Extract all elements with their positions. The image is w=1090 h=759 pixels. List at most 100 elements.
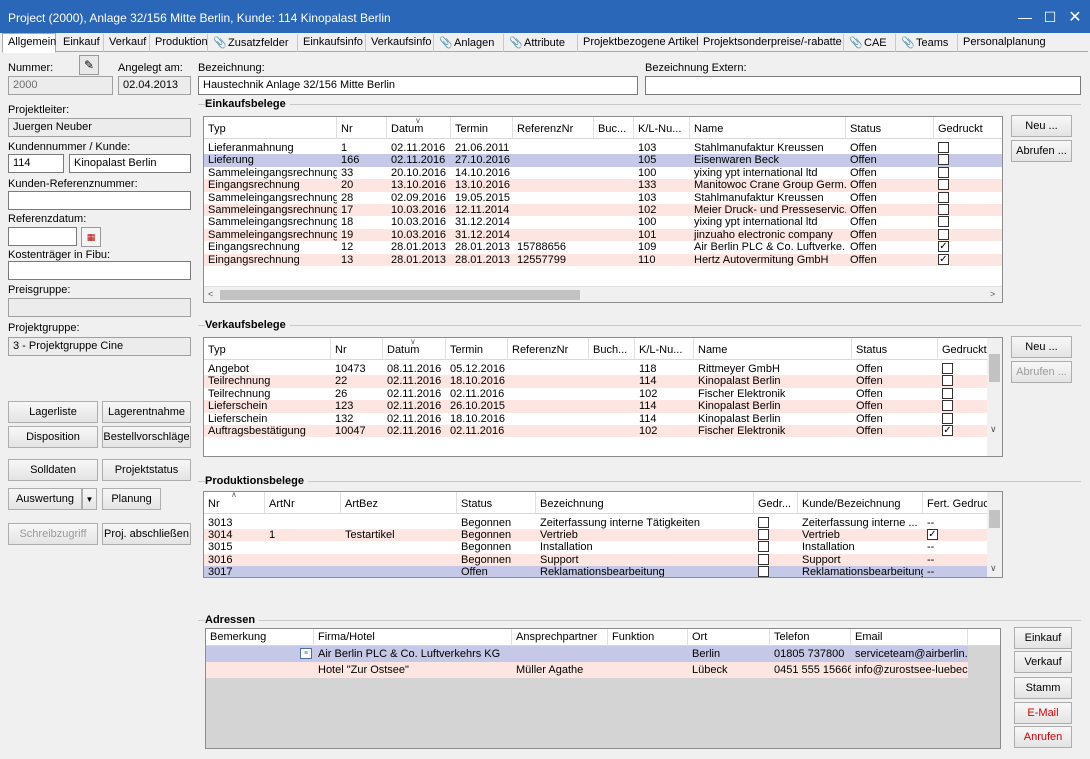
table-row[interactable]: Air Berlin PLC & Co. Luftverkehrs KG Berl… <box>206 646 968 662</box>
column-header[interactable]: Termin <box>451 117 513 139</box>
gedruckt-checkbox[interactable] <box>758 553 769 565</box>
verkauf-neu-button[interactable]: Neu ... <box>1011 336 1072 358</box>
table-row[interactable]: Hotel "Zur Ostsee" Müller Agathe Lübeck 045… <box>206 662 968 678</box>
disposition-button[interactable]: Disposition <box>8 426 98 448</box>
table-row[interactable]: Lieferschein 132 02.11.2016 18.10.2016 114 Ki… <box>204 412 987 425</box>
gedruckt-checkbox[interactable] <box>942 387 953 399</box>
tab-verkauf[interactable]: Verkauf <box>104 34 150 52</box>
tab-zusatzfelder[interactable]: 📎Zusatzfelder <box>208 34 298 52</box>
solldaten-button[interactable]: Solldaten <box>8 459 98 481</box>
column-header[interactable]: K/L-Nu... <box>634 117 690 139</box>
verkauf-abrufen-button[interactable]: Abrufen ... <box>1011 361 1072 383</box>
scrollbar-thumb[interactable] <box>989 510 1000 528</box>
gedruckt-checkbox[interactable] <box>942 363 953 374</box>
table-row[interactable]: Lieferanmahnung 1 02.11.2016 21.06.2011 103 S… <box>204 142 1002 154</box>
abschliessen-button[interactable]: Proj. abschließen <box>102 523 191 545</box>
column-header[interactable]: Status <box>852 338 938 360</box>
tab-teams[interactable]: 📎Teams <box>896 34 958 52</box>
table-row[interactable]: 3013 Begonnen Zeiterfassung interne Tätigk… <box>204 517 987 529</box>
column-header[interactable]: Ort <box>688 629 770 646</box>
table-row[interactable]: 3015 Begonnen Installation Installation -- <box>204 541 987 553</box>
gedruckt-checkbox[interactable] <box>758 529 769 541</box>
gedruckt-checkbox[interactable] <box>942 375 953 387</box>
tab-projektbezogene-artikel[interactable]: Projektbezogene Artikel <box>578 34 699 52</box>
gedruckt-checkbox-checked[interactable]: ✓ <box>938 241 949 253</box>
kundenref-field[interactable] <box>8 191 191 210</box>
vertical-scrollbar[interactable]: ∨ <box>987 492 1002 577</box>
gedruckt-checkbox[interactable] <box>938 142 949 153</box>
tab-verkaufsinfo[interactable]: Verkaufsinfo <box>366 34 434 52</box>
bezeichnung-field[interactable]: Haustechnik Anlage 32/156 Mitte Berlin <box>198 76 638 95</box>
column-header[interactable]: Nr <box>331 338 383 360</box>
gedruckt-checkbox[interactable] <box>938 154 949 166</box>
column-header[interactable]: Gedruckt <box>938 338 988 360</box>
column-header[interactable]: Termin <box>446 338 508 360</box>
scrollbar-thumb[interactable] <box>989 354 1000 382</box>
table-row[interactable]: Auftragsbestätigung 10047 02.11.2016 02.11.… <box>204 425 987 438</box>
table-row[interactable]: Eingangsrechnung 13 28.01.2013 28.01.2013 12… <box>204 253 1002 266</box>
table-row[interactable]: 3017 Offen Reklamationsbearbeitung Reklamat… <box>204 565 987 577</box>
gedruckt-checkbox[interactable] <box>758 541 769 553</box>
column-header[interactable]: Status <box>846 117 934 139</box>
column-header[interactable]: Typ <box>204 338 331 360</box>
gedruckt-checkbox-checked[interactable]: ✓ <box>938 253 949 265</box>
scroll-left-icon[interactable]: < <box>208 289 213 299</box>
table-row[interactable]: Teilrechnung 26 02.11.2016 02.11.2016 102 Fis… <box>204 387 987 400</box>
table-row[interactable]: Sammeleingangsrechnung 28 02.09.2016 19.05.… <box>204 191 1002 204</box>
column-header[interactable]: Status <box>457 492 536 514</box>
table-row[interactable]: Sammeleingangsrechnung 17 10.03.2016 12.11.… <box>204 204 1002 217</box>
minimize-icon[interactable]: — <box>1014 6 1036 28</box>
scroll-right-icon[interactable]: > <box>990 289 995 299</box>
tab-einkauf[interactable]: Einkauf <box>58 34 104 52</box>
column-header[interactable]: ArtNr <box>265 492 341 514</box>
scroll-down-icon[interactable]: ∨ <box>990 424 997 435</box>
tab-cae[interactable]: 📎CAE <box>844 34 896 52</box>
email-button[interactable]: E-Mail <box>1014 702 1072 724</box>
gedruckt-checkbox[interactable] <box>938 179 949 191</box>
tab-personalplanung[interactable]: Personalplanung <box>958 34 1046 52</box>
column-header[interactable]: Telefon <box>770 629 851 646</box>
gedruckt-checkbox[interactable] <box>938 166 949 178</box>
note-icon[interactable]: ≡ <box>300 648 312 659</box>
horizontal-scrollbar[interactable]: < > <box>204 286 1002 302</box>
tab-attribute[interactable]: 📎Attribute <box>504 34 578 52</box>
table-row[interactable]: Eingangsrechnung 20 13.10.2016 13.10.2016 13… <box>204 179 1002 192</box>
scroll-down-icon[interactable]: ∨ <box>990 563 997 574</box>
column-header[interactable]: Email <box>851 629 968 646</box>
column-header[interactable]: Nr <box>337 117 387 139</box>
schreibzugriff-button[interactable]: Schreibzugriff <box>8 523 98 545</box>
projektstatus-button[interactable]: Projektstatus <box>102 459 191 481</box>
gedruckt-checkbox[interactable] <box>942 412 953 424</box>
projektgruppe-field[interactable]: 3 - Projektgruppe Cine <box>8 337 191 356</box>
table-row[interactable]: Lieferschein 123 02.11.2016 26.10.2015 114 Ki… <box>204 400 987 413</box>
column-header[interactable]: Gedr... <box>754 492 798 514</box>
gedruckt-checkbox[interactable] <box>938 204 949 215</box>
einkauf-abrufen-button[interactable]: Abrufen ... <box>1011 140 1072 162</box>
column-header[interactable]: ReferenzNr <box>508 338 589 360</box>
table-row[interactable]: 3016 Begonnen Support Support -- <box>204 553 987 566</box>
column-header[interactable]: Ansprechpartner <box>512 629 608 646</box>
einkauf-neu-button[interactable]: Neu ... <box>1011 115 1072 137</box>
lagerliste-button[interactable]: Lagerliste <box>8 401 98 423</box>
column-header[interactable]: ReferenzNr <box>513 117 594 139</box>
gedruckt-checkbox[interactable] <box>942 400 953 412</box>
tab-einkaufsinfo[interactable]: Einkaufsinfo <box>298 34 366 52</box>
column-header[interactable]: Name <box>694 338 852 360</box>
tab-produktion[interactable]: Produktion <box>150 34 208 52</box>
tab-anlagen[interactable]: 📎Anlagen <box>434 34 504 52</box>
bestellvorschlaege-button[interactable]: Bestellvorschläge <box>102 426 191 448</box>
column-header[interactable]: Buc... <box>594 117 634 139</box>
gedruckt-checkbox[interactable] <box>938 228 949 240</box>
table-row[interactable]: Lieferung 166 02.11.2016 27.10.2016 105 Eisen… <box>204 154 1002 167</box>
refdatum-field[interactable] <box>8 227 77 246</box>
column-header[interactable]: Funktion <box>608 629 688 646</box>
column-header[interactable]: Name <box>690 117 846 139</box>
projektleiter-field[interactable]: Juergen Neuber <box>8 118 191 137</box>
planung-button[interactable]: Planung <box>102 488 161 510</box>
adressen-stamm-button[interactable]: Stamm <box>1014 677 1072 699</box>
table-row[interactable]: 3014 1 Testartikel Begonnen Vertrieb Vertrieb… <box>204 529 987 542</box>
gedruckt-checkbox[interactable] <box>938 191 949 203</box>
kunde-name-field[interactable]: Kinopalast Berlin <box>69 154 191 173</box>
gedruckt-checkbox[interactable] <box>758 565 769 577</box>
lagerentnahme-button[interactable]: Lagerentnahme <box>102 401 191 423</box>
